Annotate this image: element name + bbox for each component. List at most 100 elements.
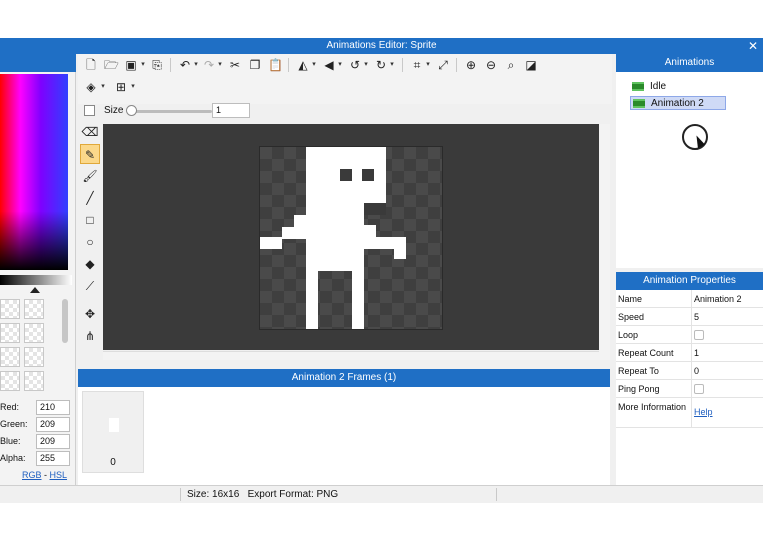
color-swatch[interactable] xyxy=(0,323,20,343)
ellipse-tool-icon[interactable]: ○ xyxy=(80,232,100,252)
color-panel-header xyxy=(0,54,76,72)
sprite-canvas[interactable] xyxy=(259,146,443,330)
animation-item-idle[interactable]: Idle xyxy=(630,80,726,94)
save-dropdown-icon[interactable]: ▾ xyxy=(140,58,146,72)
blue-input[interactable]: 209 xyxy=(36,434,70,449)
export-icon[interactable]: ⎘ xyxy=(150,58,164,72)
color-swatch[interactable] xyxy=(0,347,20,367)
redo-icon[interactable]: ↷ xyxy=(202,58,216,72)
size-slider-thumb[interactable] xyxy=(126,105,137,116)
frame-number: 0 xyxy=(110,457,116,468)
toolbar-separator xyxy=(288,58,289,72)
sprite-left-arm-2 xyxy=(282,227,306,239)
rotate-right-icon[interactable]: ↻ xyxy=(374,58,388,72)
new-file-icon[interactable]: 🗋 xyxy=(84,58,98,72)
frame-thumbnail[interactable]: 0 xyxy=(82,391,144,473)
property-value[interactable]: 5 xyxy=(694,312,699,322)
green-input[interactable]: 209 xyxy=(36,417,70,432)
flip-v-dropdown-icon[interactable]: ▾ xyxy=(337,58,343,72)
color-swatch[interactable] xyxy=(24,347,44,367)
rectangle-tool-icon[interactable]: □ xyxy=(80,210,100,230)
invert-icon[interactable]: ◪ xyxy=(524,58,538,72)
canvas-horizontal-scrollbar[interactable] xyxy=(103,351,599,360)
rotate-left-dropdown-icon[interactable]: ▾ xyxy=(363,58,369,72)
alpha-input[interactable]: 255 xyxy=(36,451,70,466)
property-row-repeat-to: Repeat To 0 xyxy=(616,362,763,380)
property-value[interactable]: 0 xyxy=(694,366,699,376)
line-tool-icon[interactable]: ╱ xyxy=(80,188,100,208)
flip-horizontal-icon[interactable]: ◭ xyxy=(296,58,310,72)
loop-checkbox[interactable] xyxy=(694,330,704,340)
grid-icon[interactable]: ⊞ xyxy=(114,80,128,94)
toolbar-separator xyxy=(170,58,171,72)
cut-icon[interactable]: ✂ xyxy=(228,58,242,72)
size-checkbox[interactable] xyxy=(84,105,95,116)
size-slider-track[interactable] xyxy=(130,110,212,113)
flip-vertical-icon[interactable]: ◀ xyxy=(322,58,336,72)
column-divider xyxy=(691,362,692,379)
grid-dropdown-icon[interactable]: ▾ xyxy=(130,80,136,94)
swatch-grid xyxy=(0,299,60,399)
flip-h-dropdown-icon[interactable]: ▾ xyxy=(311,58,317,72)
sprite-left-arm-1 xyxy=(294,215,306,227)
rotate-right-dropdown-icon[interactable]: ▾ xyxy=(389,58,395,72)
property-row-ping-pong: Ping Pong xyxy=(616,380,763,398)
mode-separator: - xyxy=(41,470,50,480)
brush-tool-icon[interactable]: 🖌 xyxy=(80,166,100,186)
zoom-fit-icon[interactable]: ⌕ xyxy=(504,58,518,72)
eyedropper-tool-icon[interactable]: ⟋ xyxy=(80,276,100,296)
zoom-in-icon[interactable]: ⊕ xyxy=(464,58,478,72)
paste-icon[interactable]: 📋 xyxy=(268,58,283,72)
drawing-tools: ⌫ ✎ 🖌 ╱ □ ○ ◆ ⟋ ✥ ⋔ xyxy=(78,122,102,352)
color-picker-gradient[interactable] xyxy=(0,74,68,270)
layers-icon[interactable]: ◈ xyxy=(84,80,98,94)
animations-list: Idle Animation 2 xyxy=(616,72,763,268)
undo-icon[interactable]: ↶ xyxy=(178,58,192,72)
pencil-tool-icon[interactable]: ✎ xyxy=(80,144,100,164)
toolbar-separator xyxy=(402,58,403,72)
rotate-left-icon[interactable]: ↺ xyxy=(348,58,362,72)
size-input[interactable]: 1 xyxy=(212,103,250,118)
resize-icon[interactable]: ⤢ xyxy=(436,58,450,72)
undo-dropdown-icon[interactable]: ▾ xyxy=(193,58,199,72)
save-icon[interactable]: ▣ xyxy=(124,58,138,72)
redo-dropdown-icon[interactable]: ▾ xyxy=(217,58,223,72)
sprite-right-arm-1 xyxy=(364,225,376,237)
animation-item-animation-2[interactable]: Animation 2 xyxy=(630,96,726,110)
property-value[interactable]: 1 xyxy=(694,348,699,358)
rgb-mode-link[interactable]: RGB xyxy=(22,470,42,480)
color-swatch[interactable] xyxy=(24,323,44,343)
hsl-mode-link[interactable]: HSL xyxy=(50,470,68,480)
sprite-mouth-notch xyxy=(364,203,386,215)
move-tool-icon[interactable]: ✥ xyxy=(80,304,100,324)
open-folder-icon[interactable]: 🗁 xyxy=(104,58,119,72)
canvas-vertical-scrollbar[interactable] xyxy=(599,124,610,360)
animations-panel-header: Animations xyxy=(616,54,763,72)
properties-panel-header: Animation Properties xyxy=(616,272,763,290)
red-input[interactable]: 210 xyxy=(36,400,70,415)
copy-icon[interactable]: ❐ xyxy=(248,58,262,72)
transform-tool-icon[interactable]: ⋔ xyxy=(80,326,100,346)
eraser-tool-icon[interactable]: ⌫ xyxy=(80,122,100,142)
color-swatch[interactable] xyxy=(0,371,20,391)
zoom-out-icon[interactable]: ⊖ xyxy=(484,58,498,72)
color-swatch[interactable] xyxy=(0,299,20,319)
alpha-label: Alpha: xyxy=(0,453,26,463)
brightness-strip[interactable] xyxy=(0,275,72,285)
crop-dropdown-icon[interactable]: ▾ xyxy=(425,58,431,72)
status-text: Size: 16x16 Export Format: PNG xyxy=(187,489,339,500)
swatch-scrollbar[interactable] xyxy=(62,299,68,343)
window-title: Animations Editor: Sprite xyxy=(326,40,437,51)
close-icon[interactable]: ✕ xyxy=(747,38,759,54)
property-value[interactable]: Animation 2 xyxy=(694,294,742,304)
ping-pong-checkbox[interactable] xyxy=(694,384,704,394)
fill-tool-icon[interactable]: ◆ xyxy=(80,254,100,274)
color-swatch[interactable] xyxy=(24,299,44,319)
strip-marker-icon[interactable] xyxy=(30,287,40,293)
help-link[interactable]: Help xyxy=(694,407,713,417)
color-swatch[interactable] xyxy=(24,371,44,391)
crop-icon[interactable]: ⌗ xyxy=(410,58,424,72)
drawing-canvas[interactable] xyxy=(103,124,599,350)
sprite-right-arm-2 xyxy=(364,237,394,249)
layers-dropdown-icon[interactable]: ▾ xyxy=(100,80,106,94)
